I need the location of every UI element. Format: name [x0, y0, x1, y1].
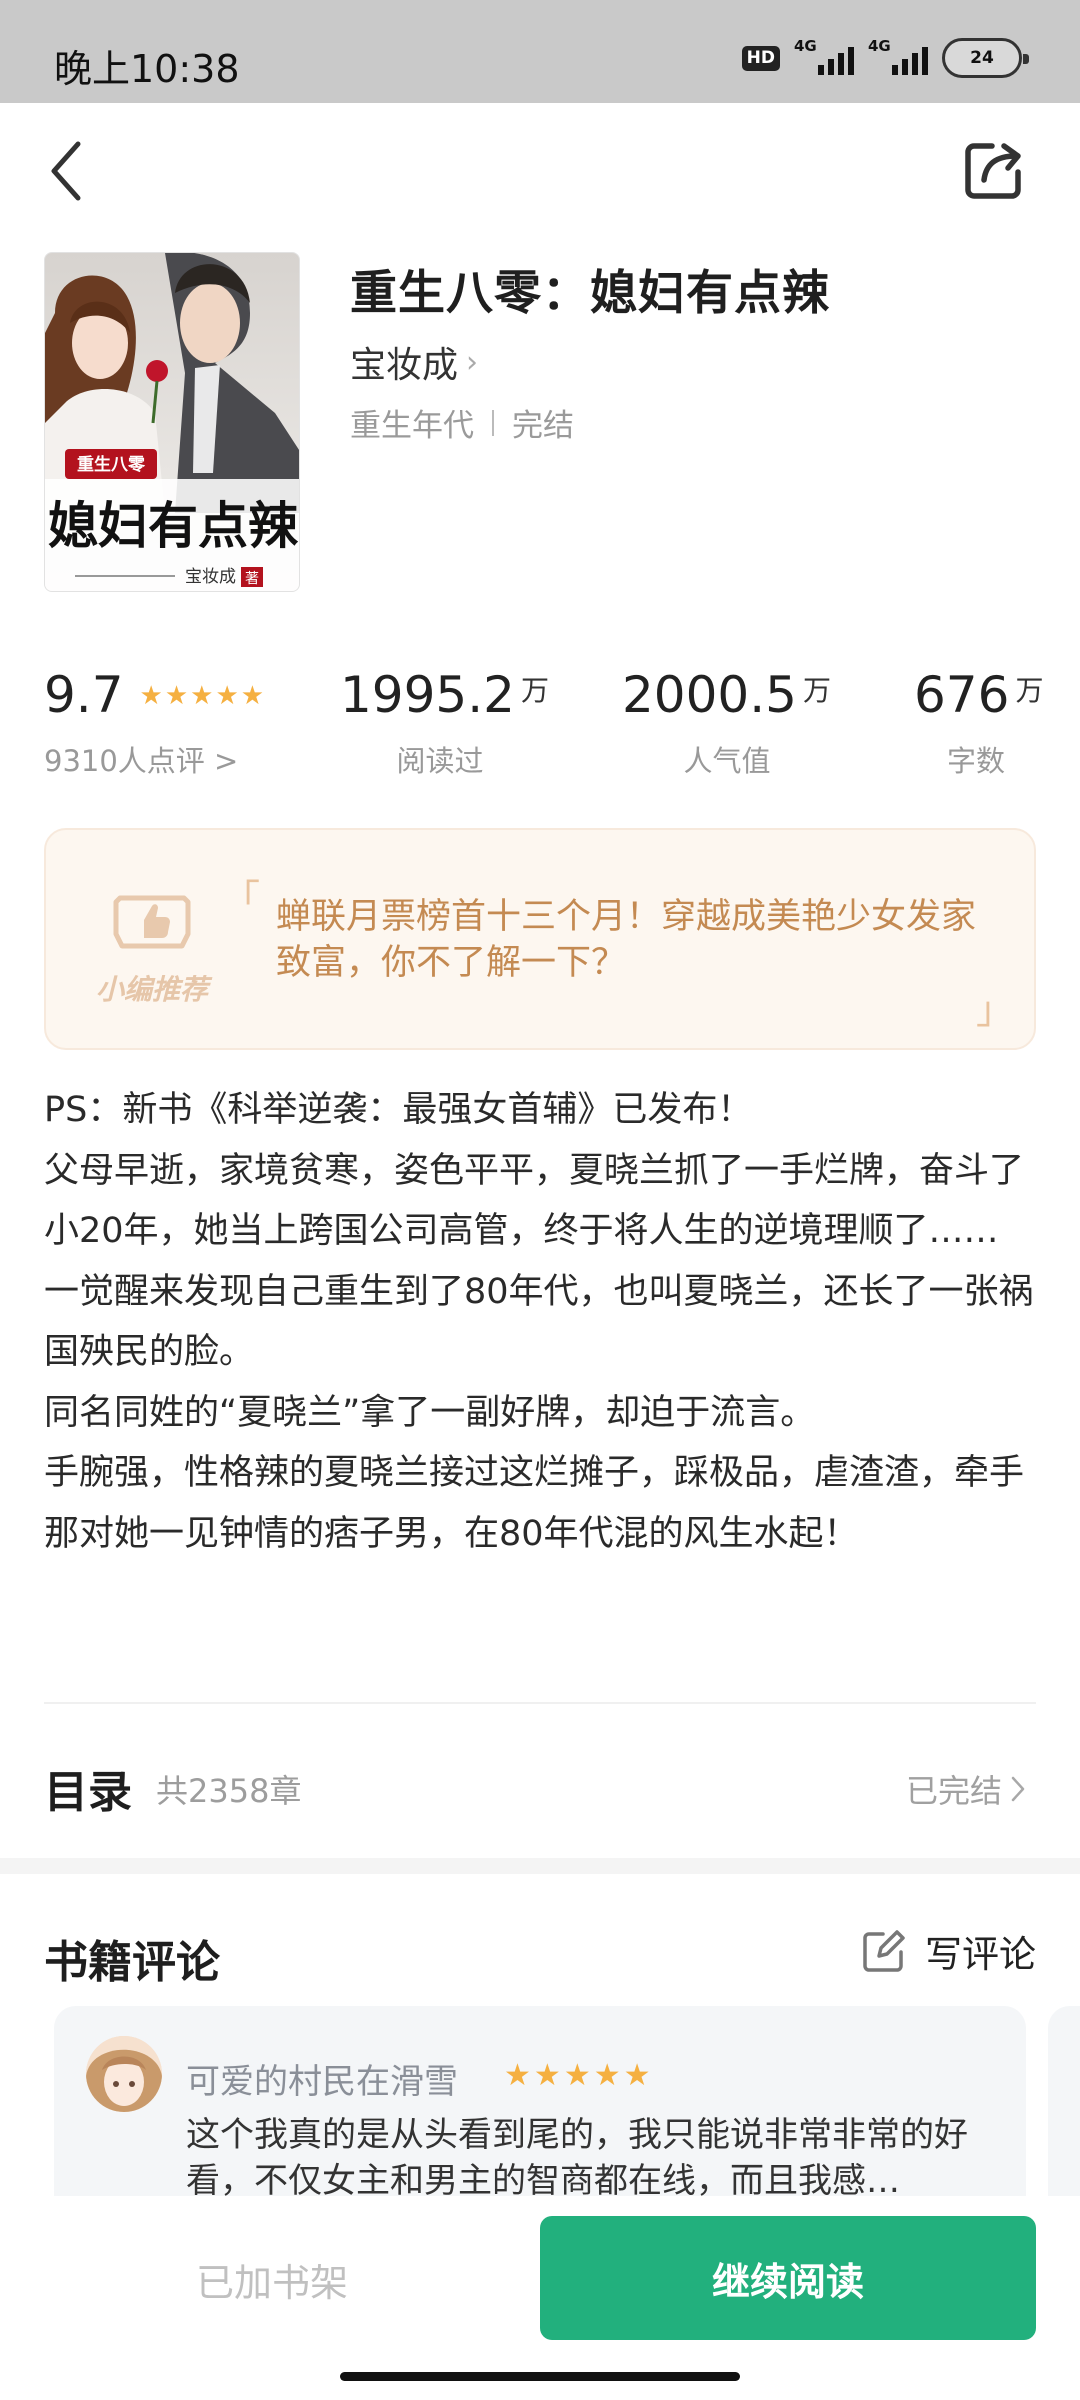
popularity-stat: 2000.5 万 人气值	[622, 666, 832, 780]
editor-badge: 小编推荐	[82, 890, 222, 1008]
thumbs-up-icon	[113, 895, 191, 949]
editor-badge-label: 小编推荐	[95, 973, 208, 1006]
description-line: 一觉醒来发现自己重生到了80年代，也叫夏晓兰，还长了一张祸国殃民的脸。	[44, 1271, 1034, 1373]
book-tags: 重生年代 完结	[350, 400, 574, 445]
words-stat: 676 万 字数	[914, 666, 1043, 780]
comment-rating-stars: ★ ★ ★ ★ ★	[504, 2058, 651, 2093]
open-quote: 「	[222, 877, 261, 921]
description-line: 手腕强，性格辣的夏晓兰接过这烂摊子，踩极品，虐渣渣，牵手那对她一见钟情的痞子男，…	[44, 1453, 1025, 1554]
recommend-text: 蝉联月票榜首十三个月！穿越成美艳少女发家致富，你不了解一下？	[276, 897, 977, 983]
status-tag: 完结	[512, 408, 574, 444]
signal-icon: 4G	[794, 37, 854, 75]
toc-chapter-count: 共2358章	[156, 1772, 302, 1810]
hd-icon: HD	[741, 45, 780, 71]
cover-badge-text: 重生八零	[77, 454, 146, 475]
rating-value: 9.7	[44, 666, 124, 724]
star-icon: ★	[240, 681, 265, 711]
star-icon: ★	[164, 681, 189, 711]
write-review-label: 写评论	[925, 1933, 1036, 1976]
reads-value: 1995.2	[340, 666, 515, 724]
toc-status-link[interactable]: 已完结	[906, 1766, 1026, 1812]
description-line: PS：新书《科举逆袭：最强女首辅》已发布！	[44, 1090, 753, 1130]
divider	[44, 1702, 1036, 1704]
network-type-label: 4G	[794, 37, 817, 55]
cover-title-text: 媳妇有点辣	[48, 496, 299, 555]
reads-unit: 万	[520, 674, 549, 707]
comments-title: 书籍评论	[44, 1937, 220, 1988]
section-separator	[0, 1858, 1080, 1874]
edit-icon	[863, 1930, 905, 1972]
rating-stars: ★ ★ ★ ★ ★	[140, 683, 265, 709]
chevron-right-icon	[1011, 1776, 1025, 1802]
genre-tag[interactable]: 重生年代	[350, 400, 474, 445]
star-icon: ★	[190, 681, 214, 711]
comment-text: 这个我真的是从头看到尾的，我只能说非常非常的好看，不仅女主和男主的智商都在线，而…	[186, 2115, 968, 2201]
share-button[interactable]	[962, 138, 1026, 202]
comment-username[interactable]: 可爱的村民在滑雪	[186, 2054, 458, 2103]
rating-count-link[interactable]: 9310人点评 >	[44, 738, 304, 780]
book-description[interactable]: PS：新书《科举逆袭：最强女首辅》已发布！ 父母早逝，家境贫寒，姿色平平，夏晓兰…	[44, 1080, 1044, 1564]
avatar-image	[86, 2036, 162, 2112]
close-quote: 」	[975, 988, 1014, 1032]
star-icon: ★	[623, 2058, 651, 2093]
editor-recommend-box: 小编推荐 「 蝉联月票榜首十三个月！穿越成美艳少女发家致富，你不了解一下？ 」	[44, 828, 1036, 1050]
words-value: 676	[914, 666, 1010, 724]
star-icon: ★	[215, 681, 239, 711]
cover-illustration: 重生八零 媳妇有点辣 宝妆成 著	[45, 253, 299, 591]
status-time: 晚上10:38	[54, 47, 240, 91]
chevron-left-icon	[51, 141, 81, 201]
book-cover[interactable]: 重生八零 媳妇有点辣 宝妆成 著	[44, 252, 300, 592]
signal-icon-2: 4G	[868, 37, 928, 75]
battery-icon: 24	[942, 38, 1029, 78]
rating-stat[interactable]: 9.7 ★ ★ ★ ★ ★ 9310人点评 >	[44, 666, 304, 780]
popularity-label: 人气值	[683, 744, 771, 778]
home-indicator[interactable]	[340, 2372, 740, 2381]
popularity-unit: 万	[802, 674, 831, 707]
battery-level: 24	[970, 48, 994, 68]
reads-stat: 1995.2 万 阅读过	[340, 666, 549, 780]
words-unit: 万	[1015, 674, 1044, 707]
star-icon: ★	[139, 681, 163, 711]
toc-title[interactable]: 目录	[44, 1756, 132, 1820]
status-bar: 晚上10:38 HD 4G 4G 24	[0, 0, 1080, 103]
description-line: 同名同姓的“夏晓兰”拿了一副好牌，却迫于流言。	[44, 1392, 816, 1433]
author-name: 宝妆成	[350, 345, 459, 386]
toc-status-label: 已完结	[905, 1772, 1002, 1810]
author-link[interactable]: 宝妆成 ›	[350, 336, 478, 388]
book-title: 重生八零：媳妇有点辣	[350, 266, 830, 321]
avatar[interactable]	[86, 2036, 162, 2112]
back-button[interactable]	[42, 136, 94, 206]
chevron-right-icon: ›	[466, 344, 479, 380]
cover-author-suffix: 著	[245, 571, 259, 587]
write-review-button[interactable]: 写评论	[861, 1924, 1036, 1978]
added-to-shelf-button[interactable]: 已加书架	[44, 2218, 500, 2340]
popularity-value: 2000.5	[622, 666, 797, 724]
star-icon: ★	[593, 2058, 621, 2093]
star-icon: ★	[563, 2058, 591, 2093]
star-icon: ★	[533, 2058, 561, 2093]
description-line: 父母早逝，家境贫寒，姿色平平，夏晓兰抓了一手烂牌，奋斗了小20年，她当上跨国公司…	[44, 1150, 1025, 1252]
status-icons: HD 4G 4G 24	[741, 36, 1029, 80]
share-icon	[965, 143, 1021, 199]
reads-label: 阅读过	[396, 744, 484, 778]
words-label: 字数	[946, 744, 1005, 778]
star-icon: ★	[504, 2058, 531, 2093]
tag-divider	[492, 409, 494, 436]
cover-author-text: 宝妆成	[185, 567, 236, 587]
network-type-label-2: 4G	[868, 37, 891, 55]
continue-reading-button[interactable]: 继续阅读	[540, 2216, 1036, 2340]
